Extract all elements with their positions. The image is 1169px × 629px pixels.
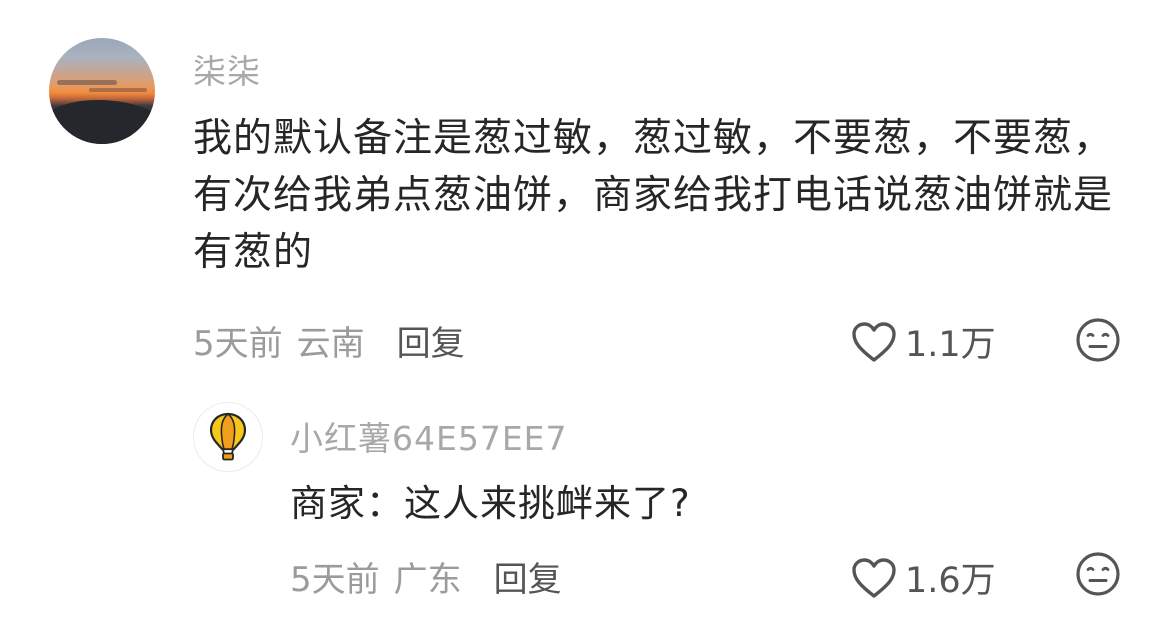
- reply-button[interactable]: 回复: [397, 324, 465, 364]
- neutral-face-icon[interactable]: [1075, 317, 1121, 363]
- like-count: 1.1万: [905, 325, 996, 365]
- avatar-cloud: [57, 80, 117, 85]
- heart-outline-icon: [852, 321, 896, 362]
- avatar[interactable]: [193, 402, 263, 472]
- reply-button[interactable]: 回复: [494, 560, 562, 600]
- comment-time: 5天前: [193, 324, 283, 364]
- reply-location: 广东: [393, 560, 462, 600]
- avatar[interactable]: [49, 38, 155, 144]
- like-button[interactable]: 1.1万: [851, 316, 996, 367]
- comment-text: 我的默认备注是葱过敏，葱过敏，不要葱，不要葱，有次给我弟点葱油饼，商家给我打电话…: [193, 116, 1114, 275]
- reply-meta: 5天前 广东 回复: [290, 552, 562, 601]
- comment-username[interactable]: 柒柒: [193, 45, 261, 93]
- reply-username[interactable]: 小红薯64E57EE7: [290, 412, 568, 460]
- like-button[interactable]: 1.6万: [851, 552, 996, 603]
- hot-air-balloon-icon: [209, 412, 247, 461]
- heart-outline-icon: [852, 557, 896, 598]
- reply-text: 商家：这人来挑衅来了?: [290, 482, 691, 525]
- like-count: 1.6万: [905, 561, 996, 601]
- avatar-hill: [49, 100, 155, 144]
- comment-location: 云南: [296, 324, 365, 364]
- reply-time: 5天前: [290, 560, 380, 600]
- neutral-face-icon[interactable]: [1075, 551, 1121, 597]
- comment-thread: 柒柒 我的默认备注是葱过敏，葱过敏，不要葱，不要葱，有次给我弟点葱油饼，商家给我…: [0, 0, 1169, 629]
- comment-meta: 5天前 云南 回复: [193, 316, 465, 365]
- avatar-cloud: [89, 88, 147, 92]
